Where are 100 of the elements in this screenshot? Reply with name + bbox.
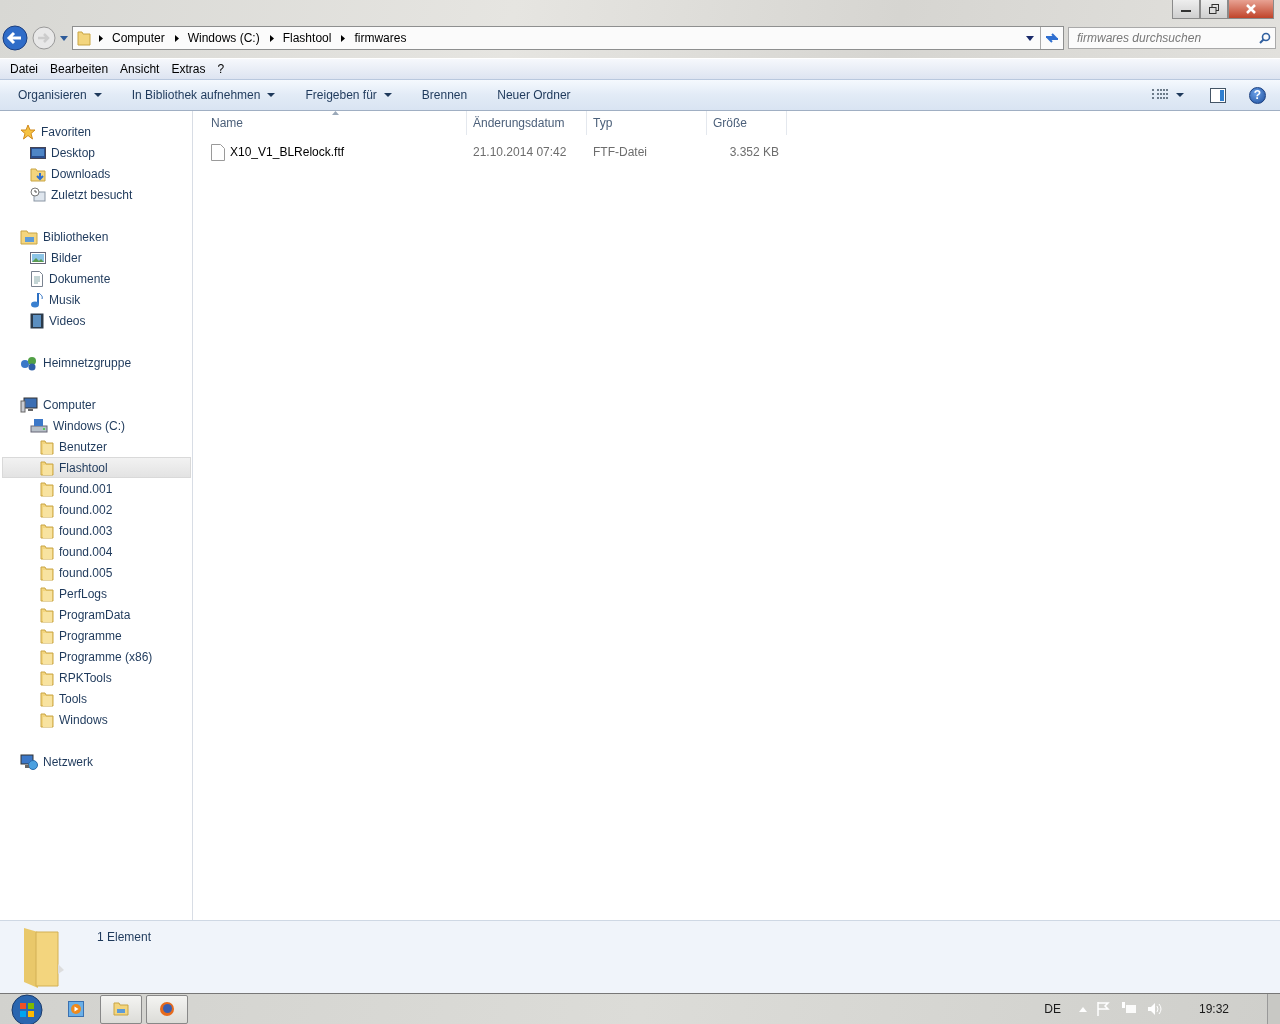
search-box[interactable]: firmwares durchsuchen (1068, 27, 1276, 49)
clock[interactable]: 19:32 (1198, 1002, 1229, 1016)
table-cell-text: FTF-Datei (592, 145, 648, 159)
navigation-item[interactable]: Bibliotheken (2, 226, 191, 247)
navigation-item[interactable]: Heimnetzgruppe (2, 352, 191, 373)
navigation-item[interactable]: Windows (2, 709, 191, 730)
folder-icon (40, 711, 54, 728)
folder-icon (40, 648, 54, 665)
column-header[interactable]: Größe (707, 111, 787, 135)
dropdown-arrow-icon (93, 93, 102, 97)
homegroup-icon (20, 354, 38, 371)
navigation-item[interactable]: found.002 (2, 499, 191, 520)
breadcrumb[interactable]: Flashtool (282, 31, 332, 45)
item-count: 1 Element (97, 930, 152, 944)
folder-icon (40, 543, 54, 560)
language-indicator[interactable]: DE (1044, 1002, 1061, 1016)
folder-icon (40, 564, 54, 581)
navigation-item[interactable]: found.004 (2, 541, 191, 562)
navigation-item[interactable]: RPKTools (2, 667, 191, 688)
navigation-item[interactable]: Programme (2, 625, 191, 646)
folder-icon (40, 606, 54, 623)
recent-pages-button[interactable] (60, 35, 68, 41)
toolbar-button[interactable]: In Bibliothek aufnehmen (121, 83, 286, 107)
dropdown-arrow-icon (1176, 93, 1184, 97)
folder-icon (113, 1002, 129, 1016)
taskbar-button[interactable] (100, 994, 142, 1024)
chevron-right-icon (341, 34, 346, 42)
navigation-item[interactable]: Tools (2, 688, 191, 709)
search-field[interactable]: firmwares durchsuchen (1075, 30, 1259, 46)
media-player-icon (68, 1001, 84, 1017)
navigation-item[interactable]: ProgramData (2, 604, 191, 625)
taskbar-button[interactable] (146, 994, 188, 1024)
navigation-item[interactable]: PerfLogs (2, 583, 191, 604)
navigation-item[interactable]: Programme (x86) (2, 646, 191, 667)
navigation-item[interactable]: found.003 (2, 520, 191, 541)
navigation-item[interactable]: Downloads (2, 163, 191, 184)
star-icon (20, 123, 36, 140)
navigation-item[interactable]: found.001 (2, 478, 191, 499)
navigation-item[interactable]: Videos (2, 310, 191, 331)
restore-button[interactable] (1200, 0, 1228, 19)
folder-icon (40, 501, 54, 518)
toolbar-button[interactable]: Neuer Ordner (487, 83, 581, 107)
navigation-item[interactable]: Bilder (2, 247, 191, 268)
computer-icon (20, 396, 38, 413)
folder-icon (40, 627, 54, 644)
column-header[interactable]: Änderungsdatum (467, 111, 587, 135)
start-button[interactable] (8, 994, 46, 1024)
close-button[interactable] (1228, 0, 1274, 19)
toolbar-button[interactable]: Brennen (411, 83, 478, 107)
dropdown-arrow-icon (60, 35, 68, 41)
document-icon (30, 270, 44, 287)
hard-drive-icon (30, 417, 48, 434)
navigation-item[interactable]: Flashtool (2, 457, 191, 478)
folder-icon (40, 669, 54, 686)
folder-icon (77, 30, 91, 46)
dropdown-arrow-icon (1026, 35, 1034, 41)
navigation-item[interactable]: Windows (C:) (2, 415, 191, 436)
minimize-button[interactable] (1172, 0, 1200, 19)
breadcrumb[interactable]: Computer (112, 31, 165, 45)
toolbar-button[interactable]: Freigeben für (295, 83, 402, 107)
toolbar-button[interactable]: Organisieren (8, 83, 112, 107)
navigation-item[interactable]: Netzwerk (2, 751, 191, 772)
folder-icon (40, 480, 54, 497)
navigation-item[interactable]: Dokumente (2, 268, 191, 289)
library-folder-icon (20, 228, 38, 245)
table-cell-text: 21.10.2014 07:42 (472, 145, 568, 159)
folder-download-icon (30, 165, 46, 182)
navigation-item[interactable]: Zuletzt besucht (2, 184, 191, 205)
dropdown-arrow-icon (267, 93, 276, 97)
menu-item[interactable]: Extras (165, 62, 212, 76)
menu-item[interactable]: Ansicht (114, 62, 166, 76)
network-icon (20, 753, 38, 770)
folder-icon (40, 522, 54, 539)
search-icon (1259, 32, 1271, 44)
column-header[interactable]: Typ (587, 111, 707, 135)
breadcrumb[interactable]: Windows (C:) (187, 31, 260, 45)
globe-icon (159, 1001, 175, 1017)
folder-icon (40, 690, 54, 707)
folder-icon (40, 585, 54, 602)
menu-item[interactable]: Datei (4, 62, 44, 76)
navigation-item[interactable]: Musik (2, 289, 191, 310)
details-view-icon (1152, 89, 1168, 101)
picture-icon (30, 250, 46, 265)
breadcrumb[interactable]: firmwares (354, 31, 407, 45)
chevron-right-icon (174, 34, 179, 42)
menu-item[interactable]: ? (211, 62, 231, 76)
navigation-item[interactable]: found.005 (2, 562, 191, 583)
chevron-right-icon (269, 34, 274, 42)
navigation-item[interactable]: Benutzer (2, 436, 191, 457)
taskbar-button[interactable] (68, 1001, 84, 1017)
address-bar[interactable]: Computer Windows (C:) Flashtool firmwares (72, 26, 1064, 50)
music-note-icon (30, 291, 44, 308)
navigation-item[interactable]: Computer (2, 394, 191, 415)
dropdown-arrow-icon (383, 93, 392, 97)
up-arrow-icon (1078, 1006, 1087, 1012)
navigation-item[interactable]: Desktop (2, 142, 191, 163)
file-name[interactable]: X10_V1_BLRelock.ftf (205, 143, 467, 161)
menu-item[interactable]: Bearbeiten (44, 62, 115, 76)
navigation-item[interactable]: Favoriten (2, 121, 191, 142)
back-button[interactable] (2, 25, 28, 51)
